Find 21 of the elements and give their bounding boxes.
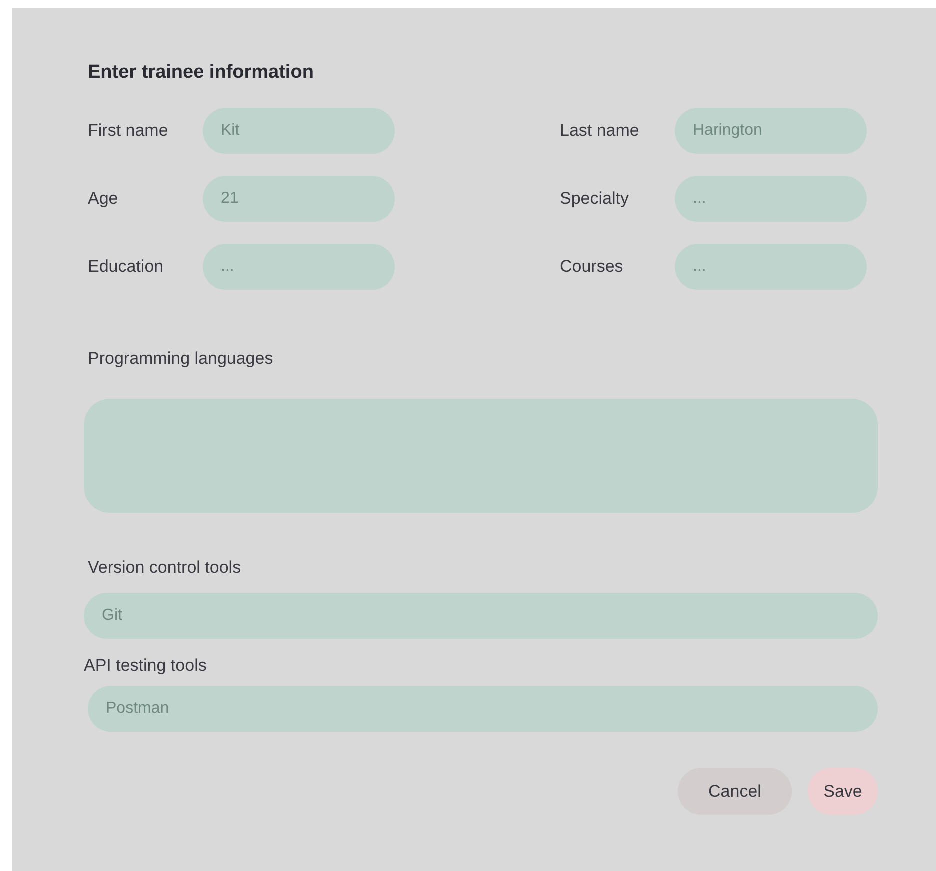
text-field[interactable]: Git [84,593,878,639]
field-label: Programming languages [87,348,274,370]
text-field[interactable]: ... [203,244,395,290]
text-field[interactable]: ... [675,176,867,222]
field-label: API testing tools [84,655,208,677]
text-field[interactable]: Kit [203,108,395,154]
field-label: Courses [560,256,624,278]
field-label: Last name [560,120,640,142]
save-button[interactable]: Save [808,768,878,815]
field-label: Version control tools [87,557,242,579]
text-field[interactable]: Harington [675,108,867,154]
form-title: Enter trainee information [87,61,315,85]
field-label: Age [88,188,120,210]
field-label: First name [88,120,170,142]
text-field[interactable]: Postman [88,686,878,732]
text-area[interactable] [84,399,878,513]
field-label: Specialty [560,188,630,210]
text-field[interactable]: ... [675,244,867,290]
cancel-button[interactable]: Cancel [678,768,792,815]
field-label: Education [88,256,165,278]
text-field[interactable]: 21 [203,176,395,222]
